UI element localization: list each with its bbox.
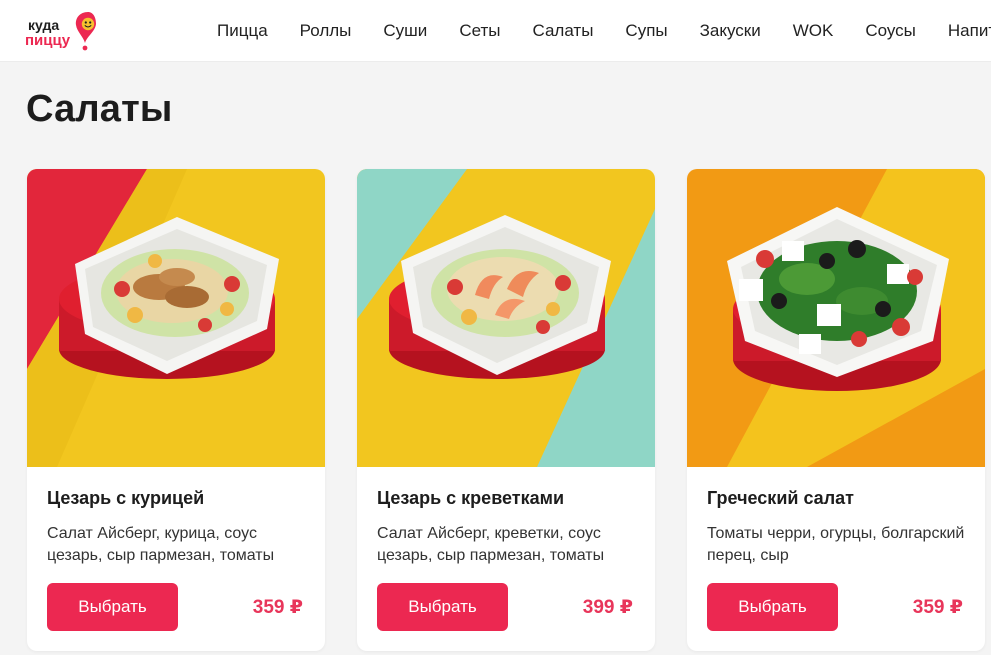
product-name: Греческий салат (707, 488, 854, 508)
nav-item-wok[interactable]: WOK (793, 21, 834, 41)
nav-item-salads[interactable]: Салаты (532, 21, 593, 41)
nav-item-sets[interactable]: Сеты (459, 21, 500, 41)
select-button[interactable]: Выбрать (47, 583, 178, 631)
product-description: Салат Айсберг, курица, соус цезарь, сыр … (47, 525, 275, 564)
category-nav: Пицца Роллы Суши Сеты Салаты Супы Закуск… (217, 0, 991, 62)
logo[interactable]: куда пиццу (24, 9, 104, 53)
nav-item-drinks[interactable]: Напитки (948, 21, 991, 41)
logo-line2: пиццу (25, 32, 71, 49)
nav-item-pizza[interactable]: Пицца (217, 21, 268, 41)
product-description: Салат Айсберг, креветки, соус цезарь, сы… (377, 525, 605, 564)
product-name: Цезарь с курицей (47, 488, 205, 508)
page-title: Салаты (26, 88, 173, 130)
product-price: 399 ₽ (582, 597, 633, 618)
product-card: Цезарь с курицей Салат Айсберг, курица, … (27, 169, 325, 651)
product-card: Цезарь с креветками Салат Айсберг, креве… (357, 169, 655, 651)
nav-item-rolls[interactable]: Роллы (300, 21, 352, 41)
product-price: 359 ₽ (912, 597, 963, 618)
site-header: куда пиццу Пицца Роллы Суши Сеты Салаты … (0, 0, 991, 62)
product-card: Греческий салат Томаты черри, огурцы, бо… (687, 169, 985, 651)
product-image[interactable] (687, 169, 985, 467)
nav-item-soups[interactable]: Супы (625, 21, 667, 41)
nav-item-sushi[interactable]: Суши (383, 21, 427, 41)
select-button[interactable]: Выбрать (707, 583, 838, 631)
nav-item-sauces[interactable]: Соусы (865, 21, 916, 41)
product-image[interactable] (27, 169, 325, 467)
logo-line1: куда (28, 17, 59, 33)
product-price: 359 ₽ (252, 597, 303, 618)
product-image[interactable] (357, 169, 655, 467)
product-name: Цезарь с креветками (377, 488, 565, 508)
product-description: Томаты черри, огурцы, болгарский перец, … (707, 525, 965, 564)
nav-item-snacks[interactable]: Закуски (700, 21, 761, 41)
select-button[interactable]: Выбрать (377, 583, 508, 631)
